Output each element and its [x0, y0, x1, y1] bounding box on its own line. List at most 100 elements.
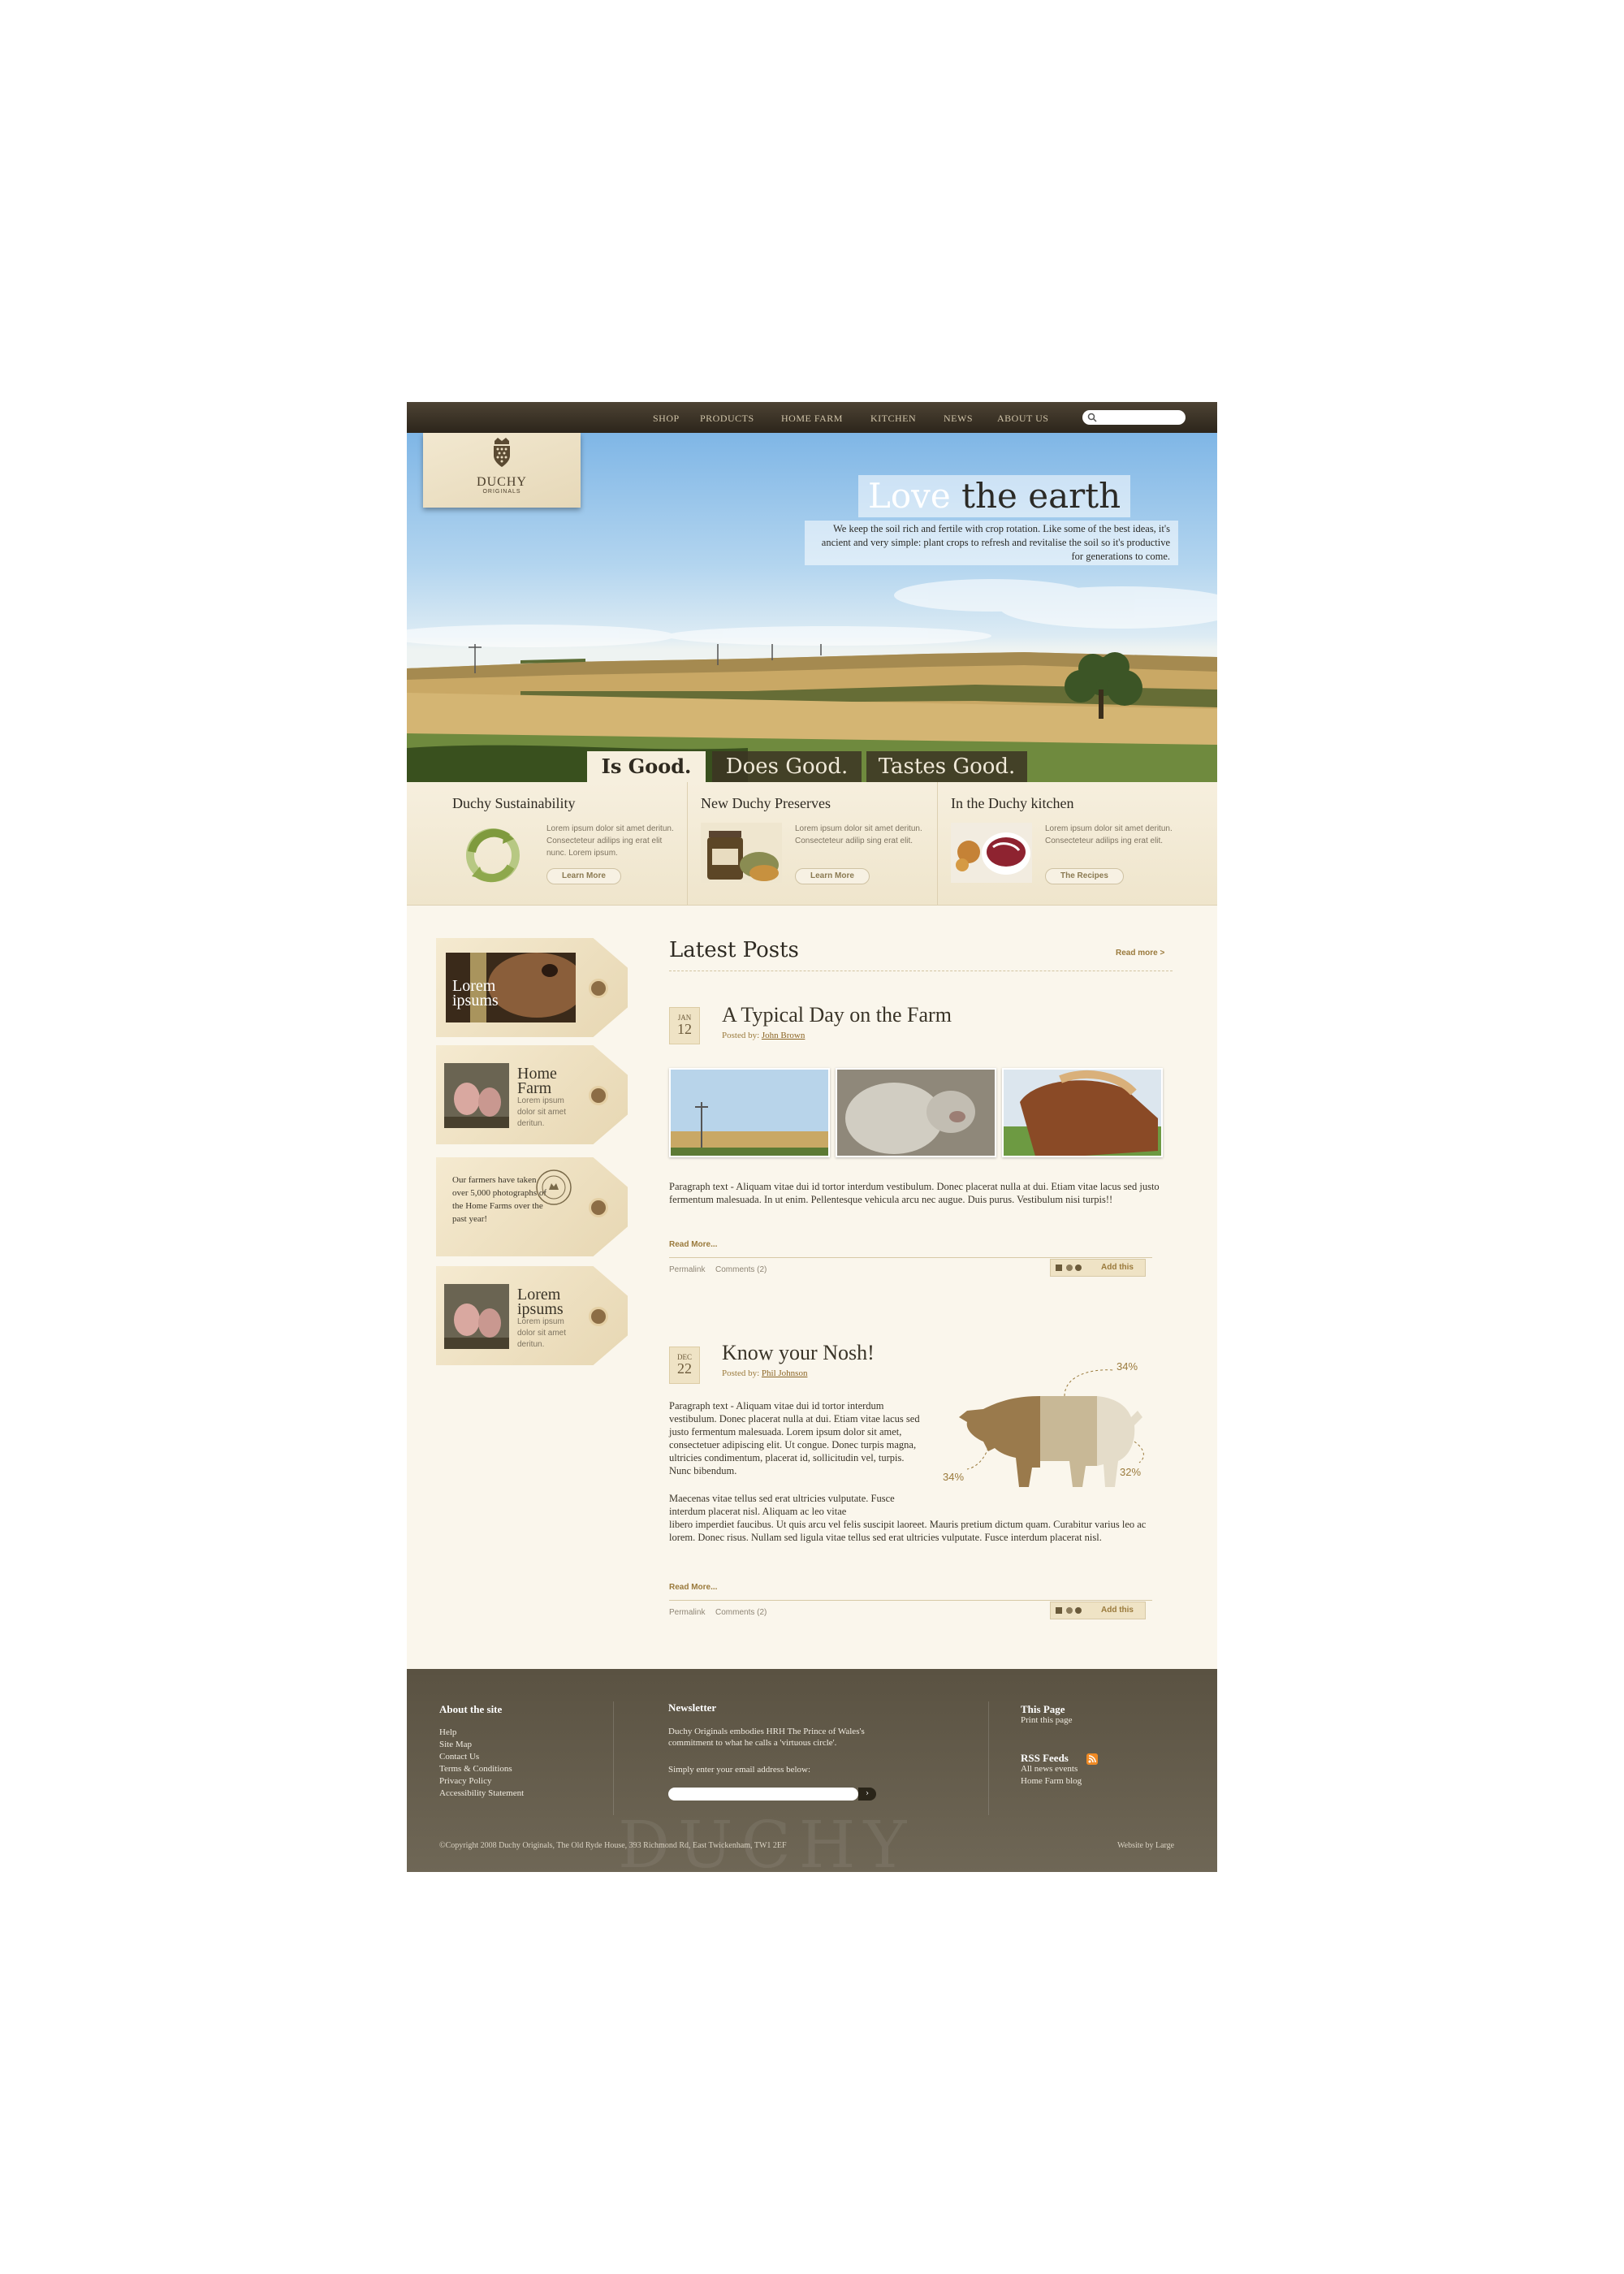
- read-more-link[interactable]: Read more >: [1116, 949, 1164, 958]
- tag-eyelet: [589, 1198, 608, 1217]
- post-photo-pig[interactable]: [836, 1068, 996, 1157]
- feature-preserves: New Duchy Preserves Lorem ipsum dolor si…: [687, 782, 937, 906]
- feature-text: Lorem ipsum dolor sit amet deritun. Cons…: [1045, 824, 1173, 845]
- tab-is-good[interactable]: Is Good.: [587, 751, 706, 782]
- this-page-heading: This Page: [1021, 1703, 1065, 1715]
- tab-tastes-good[interactable]: Tastes Good.: [866, 751, 1027, 782]
- post-day: 12: [677, 1021, 692, 1037]
- divider: [669, 1257, 1152, 1258]
- feature-title: In the Duchy kitchen: [951, 795, 1074, 811]
- add-this-label: Add this: [1101, 1263, 1134, 1272]
- hero-copy: We keep the soil rich and fertile with c…: [805, 521, 1178, 565]
- nav-shop[interactable]: SHOP: [653, 413, 680, 425]
- post-paragraph: Maecenas vitae tellus sed erat ultricies…: [669, 1493, 895, 1517]
- footer-divider: [988, 1701, 989, 1815]
- add-this-label: Add this: [1101, 1606, 1134, 1615]
- rss-icon[interactable]: [1086, 1753, 1098, 1765]
- comments-link[interactable]: Comments (2): [715, 1608, 767, 1617]
- website-credit-link[interactable]: Website by Large: [1117, 1841, 1174, 1850]
- rss-all-news-link[interactable]: All news events: [1021, 1764, 1078, 1774]
- posted-by-label: Posted by:: [722, 1368, 760, 1378]
- prince-of-wales-seal-icon: [536, 1169, 572, 1205]
- hero-banner: DUCHY ORIGINALS Love the earth We keep t…: [407, 433, 1217, 782]
- footer-link-accessibility[interactable]: Accessibility Statement: [439, 1788, 524, 1798]
- hero-title-love: Love: [868, 476, 951, 516]
- copyright-text: ©Copyright 2008 Duchy Originals, The Old…: [439, 1841, 787, 1850]
- add-this-button[interactable]: Add this: [1050, 1602, 1146, 1619]
- permalink-link[interactable]: Permalink: [669, 1608, 705, 1617]
- nav-products[interactable]: PRODUCTS: [700, 413, 754, 425]
- tag-title: Lorem ipsums: [452, 977, 499, 1009]
- share-icons: [1056, 1265, 1082, 1271]
- post-day: 22: [677, 1360, 692, 1377]
- nav-news[interactable]: NEWS: [944, 413, 973, 425]
- footer-link-terms[interactable]: Terms & Conditions: [439, 1764, 512, 1774]
- nav-about-us[interactable]: ABOUT US: [997, 413, 1048, 425]
- hero-title: Love the earth: [858, 475, 1131, 517]
- hero-title-rest: the earth: [961, 476, 1121, 516]
- pig-label-top: 34%: [1116, 1360, 1138, 1373]
- nav-home-farm[interactable]: HOME FARM: [781, 413, 843, 425]
- pig-label-right: 32%: [1120, 1466, 1141, 1478]
- top-nav-bar: SHOP PRODUCTS HOME FARM KITCHEN NEWS ABO…: [407, 402, 1217, 433]
- add-this-button[interactable]: Add this: [1050, 1259, 1146, 1277]
- feature-text: Lorem ipsum dolor sit amet deritun. Cons…: [546, 824, 674, 858]
- logo[interactable]: DUCHY ORIGINALS: [423, 433, 581, 508]
- tag-photo: [444, 1063, 509, 1128]
- post-title[interactable]: A Typical Day on the Farm: [722, 1003, 952, 1027]
- nav-kitchen[interactable]: KITCHEN: [870, 413, 916, 425]
- learn-more-button[interactable]: Learn More: [546, 868, 621, 884]
- post-author-link[interactable]: Phil Johnson: [762, 1368, 808, 1378]
- tab-does-good[interactable]: Does Good.: [712, 751, 862, 782]
- rss-heading: RSS Feeds: [1021, 1752, 1069, 1764]
- comments-link[interactable]: Comments (2): [715, 1265, 767, 1274]
- divider: [669, 1600, 1152, 1601]
- search-input[interactable]: [1099, 412, 1180, 423]
- search-box[interactable]: [1082, 410, 1186, 425]
- newsletter-email-input[interactable]: [668, 1788, 858, 1801]
- footer-link-contact[interactable]: Contact Us: [439, 1752, 479, 1762]
- post-author-link[interactable]: John Brown: [762, 1031, 805, 1040]
- print-page-link[interactable]: Print this page: [1021, 1715, 1073, 1725]
- rss-home-farm-link[interactable]: Home Farm blog: [1021, 1776, 1082, 1786]
- learn-more-button[interactable]: Learn More: [795, 868, 870, 884]
- post-photo-horse[interactable]: [1002, 1068, 1163, 1157]
- newsletter-prompt: Simply enter your email address below:: [668, 1765, 811, 1775]
- footer-link-help[interactable]: Help: [439, 1727, 456, 1737]
- sidebar-tag-photographs[interactable]: Our farmers have taken over 5,000 photog…: [436, 1157, 628, 1256]
- footer: DUCHY About the site Help Site Map Conta…: [407, 1669, 1217, 1872]
- page: SHOP PRODUCTS HOME FARM KITCHEN NEWS ABO…: [407, 402, 1217, 1872]
- post-meta: Posted by: John Brown: [722, 1031, 805, 1040]
- sidebar-tag-home-farm[interactable]: Home Farm Lorem ipsum dolor sit amet der…: [436, 1045, 628, 1144]
- permalink-link[interactable]: Permalink: [669, 1265, 705, 1274]
- recipes-button[interactable]: The Recipes: [1045, 868, 1124, 884]
- post-date-badge: JAN 12: [669, 1007, 700, 1044]
- feature-title: New Duchy Preserves: [701, 795, 831, 811]
- crest-icon: [494, 438, 510, 467]
- feature-kitchen: In the Duchy kitchen Lorem ipsum dolor s…: [937, 782, 1185, 906]
- recipe-dish-image: [951, 823, 1032, 883]
- post-date-badge: DEC 22: [669, 1347, 700, 1384]
- newsletter-heading: Newsletter: [668, 1701, 717, 1714]
- post-read-more-link[interactable]: Read More...: [669, 1240, 717, 1249]
- pig-photo: [837, 1070, 995, 1156]
- post-photo-field[interactable]: [669, 1068, 830, 1157]
- feature-sustainability: Duchy Sustainability Lorem ipsum dolor s…: [439, 782, 687, 906]
- newsletter-text: Duchy Originals embodies HRH The Prince …: [668, 1727, 865, 1748]
- footer-link-privacy[interactable]: Privacy Policy: [439, 1776, 491, 1786]
- post-paragraph: Paragraph text - Aliquam vitae dui id to…: [669, 1400, 920, 1476]
- footer-link-site-map[interactable]: Site Map: [439, 1740, 472, 1749]
- footer-about-heading: About the site: [439, 1703, 503, 1715]
- horse-photo: [1004, 1070, 1161, 1156]
- posted-by-label: Posted by:: [722, 1031, 760, 1040]
- post-read-more-link[interactable]: Read More...: [669, 1583, 717, 1592]
- preserve-jar-image: [701, 823, 782, 883]
- sidebar-tag-lorem[interactable]: Lorem ipsums: [436, 938, 628, 1037]
- tag-eyelet: [589, 1307, 608, 1326]
- post-title[interactable]: Know your Nosh!: [722, 1341, 875, 1365]
- newsletter-submit-button[interactable]: ›: [858, 1788, 876, 1801]
- field-photo: [671, 1070, 828, 1156]
- sidebar-tag-lorem-2[interactable]: Lorem ipsums Lorem ipsum dolor sit amet …: [436, 1266, 628, 1365]
- tag-photo: [444, 1284, 509, 1349]
- footer-divider: [613, 1701, 614, 1815]
